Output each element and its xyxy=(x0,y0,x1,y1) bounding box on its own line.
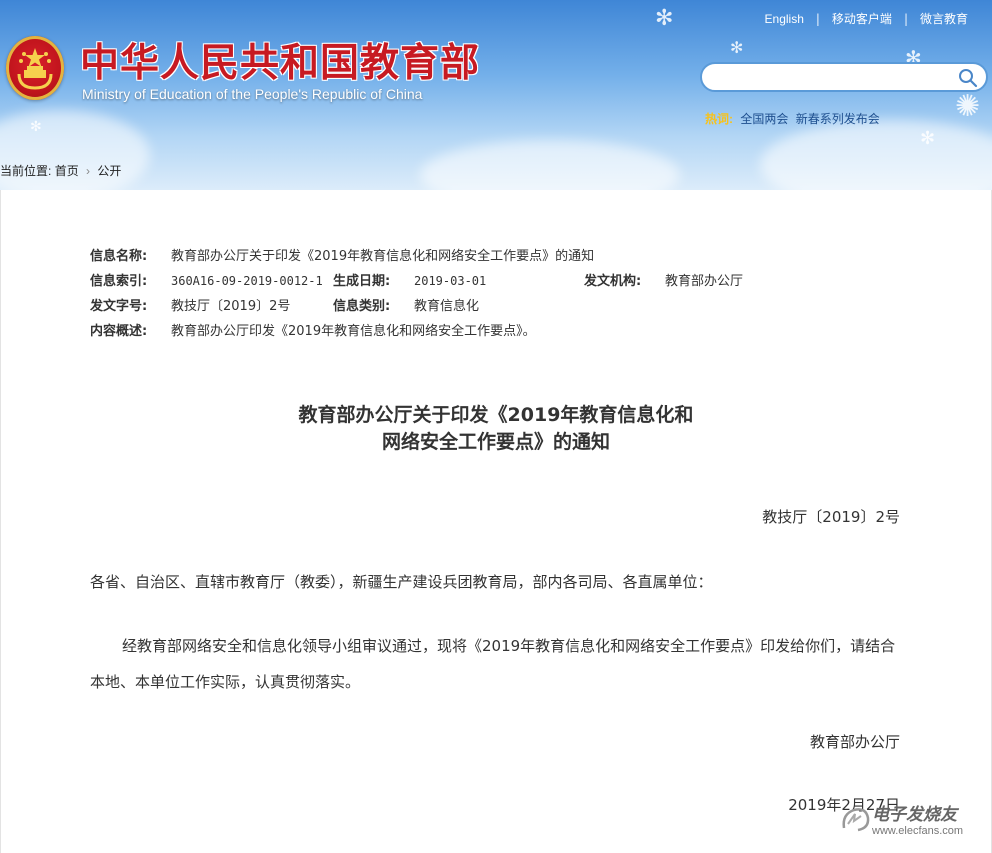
watermark-text: 电子发烧友 xyxy=(872,805,957,825)
watermark: 电子发烧友 www.elecfans.com xyxy=(838,800,963,837)
document-title-line: 网络安全工作要点》的通知 xyxy=(381,431,610,453)
document-title: 教育部办公厅关于印发《2019年教育信息化和 网络安全工作要点》的通知 xyxy=(0,402,992,456)
site-header: ✻ ✻ ✻ ✺ ✻ ✻ 中华人民共和国教育部 Ministry of Educa… xyxy=(0,0,992,190)
info-index-value: 360A16-09-2019-0012-1 xyxy=(171,274,323,288)
divider: | xyxy=(815,11,820,26)
document-number: 教技厅〔2019〕2号 xyxy=(762,508,900,526)
search-icon[interactable] xyxy=(958,68,978,92)
mobile-client-link[interactable]: 移动客户端 xyxy=(832,10,892,27)
dandelion-icon: ✻ xyxy=(920,128,936,149)
watermark-url: www.elecfans.com xyxy=(872,825,964,837)
summary-value: 教育部办公厅印发《2019年教育信息化和网络安全工作要点》。 xyxy=(171,324,536,339)
docno-value: 教技厅〔2019〕2号 xyxy=(171,299,291,314)
breadcrumb-home[interactable]: 首页 xyxy=(55,164,79,178)
info-row-docno: 发文字号: 教技厅〔2019〕2号 信息类别: 教育信息化 xyxy=(90,294,743,319)
body-paragraph: 经教育部网络安全和信息化领导小组审议通过，现将《2019年教育信息化和网络安全工… xyxy=(90,637,896,691)
info-name-value: 教育部办公厅关于印发《2019年教育信息化和网络安全工作要点》的通知 xyxy=(171,249,595,264)
docno-label: 发文字号: xyxy=(90,299,148,314)
national-emblem-icon[interactable] xyxy=(6,36,64,100)
cloud-decoration xyxy=(760,120,992,190)
breadcrumb: 当前位置: 首页 › 公开 xyxy=(0,162,121,179)
signature: 教育部办公厅 xyxy=(809,733,900,751)
dandelion-icon: ✻ xyxy=(655,6,674,31)
site-subtitle: Ministry of Education of the People's Re… xyxy=(82,86,423,102)
weiyan-education-link[interactable]: 微言教育 xyxy=(920,10,968,27)
info-table: 信息名称: 教育部办公厅关于印发《2019年教育信息化和网络安全工作要点》的通知 … xyxy=(90,244,743,344)
english-link[interactable]: English xyxy=(765,12,804,26)
salutation: 各省、自治区、直辖市教育厅（教委），新疆生产建设兵团教育局，部内各司局、各直属单… xyxy=(90,573,713,591)
date-label: 生成日期: xyxy=(333,274,391,289)
breadcrumb-arrow-icon: › xyxy=(86,164,91,178)
summary-label: 内容概述: xyxy=(90,324,148,339)
watermark-logo-icon xyxy=(842,807,870,831)
category-value: 教育信息化 xyxy=(414,299,480,314)
dandelion-icon: ✺ xyxy=(955,89,981,124)
dandelion-icon: ✻ xyxy=(730,38,744,57)
dandelion-icon: ✻ xyxy=(30,119,42,135)
breadcrumb-prefix: 当前位置: xyxy=(0,164,52,178)
org-value: 教育部办公厅 xyxy=(665,274,744,289)
hot-link-lianghui[interactable]: 全国两会 xyxy=(740,112,788,126)
document-title-line: 教育部办公厅关于印发《2019年教育信息化和 xyxy=(298,404,694,426)
top-links: English | 移动客户端 | 微言教育 xyxy=(765,10,968,27)
search-input[interactable] xyxy=(716,64,960,92)
org-label: 发文机构: xyxy=(584,274,642,289)
info-name-label: 信息名称: xyxy=(90,249,148,264)
hot-words: 热词: 全国两会 新春系列发布会 xyxy=(705,110,880,127)
hot-link-spring-press[interactable]: 新春系列发布会 xyxy=(796,112,880,126)
hot-words-label: 热词: xyxy=(705,112,733,126)
date-value: 2019-03-01 xyxy=(414,274,487,288)
info-row-index: 信息索引: 360A16-09-2019-0012-1 生成日期: 2019-03-0… xyxy=(90,269,743,294)
info-row-summary: 内容概述: 教育部办公厅印发《2019年教育信息化和网络安全工作要点》。 xyxy=(90,319,743,344)
info-index-label: 信息索引: xyxy=(90,274,148,289)
category-label: 信息类别: xyxy=(333,299,391,314)
site-title[interactable]: 中华人民共和国教育部 xyxy=(80,32,480,88)
breadcrumb-public[interactable]: 公开 xyxy=(97,164,121,178)
cloud-decoration xyxy=(420,140,680,190)
search-box xyxy=(700,62,988,92)
divider: | xyxy=(903,11,908,26)
info-row-name: 信息名称: 教育部办公厅关于印发《2019年教育信息化和网络安全工作要点》的通知 xyxy=(90,244,743,269)
